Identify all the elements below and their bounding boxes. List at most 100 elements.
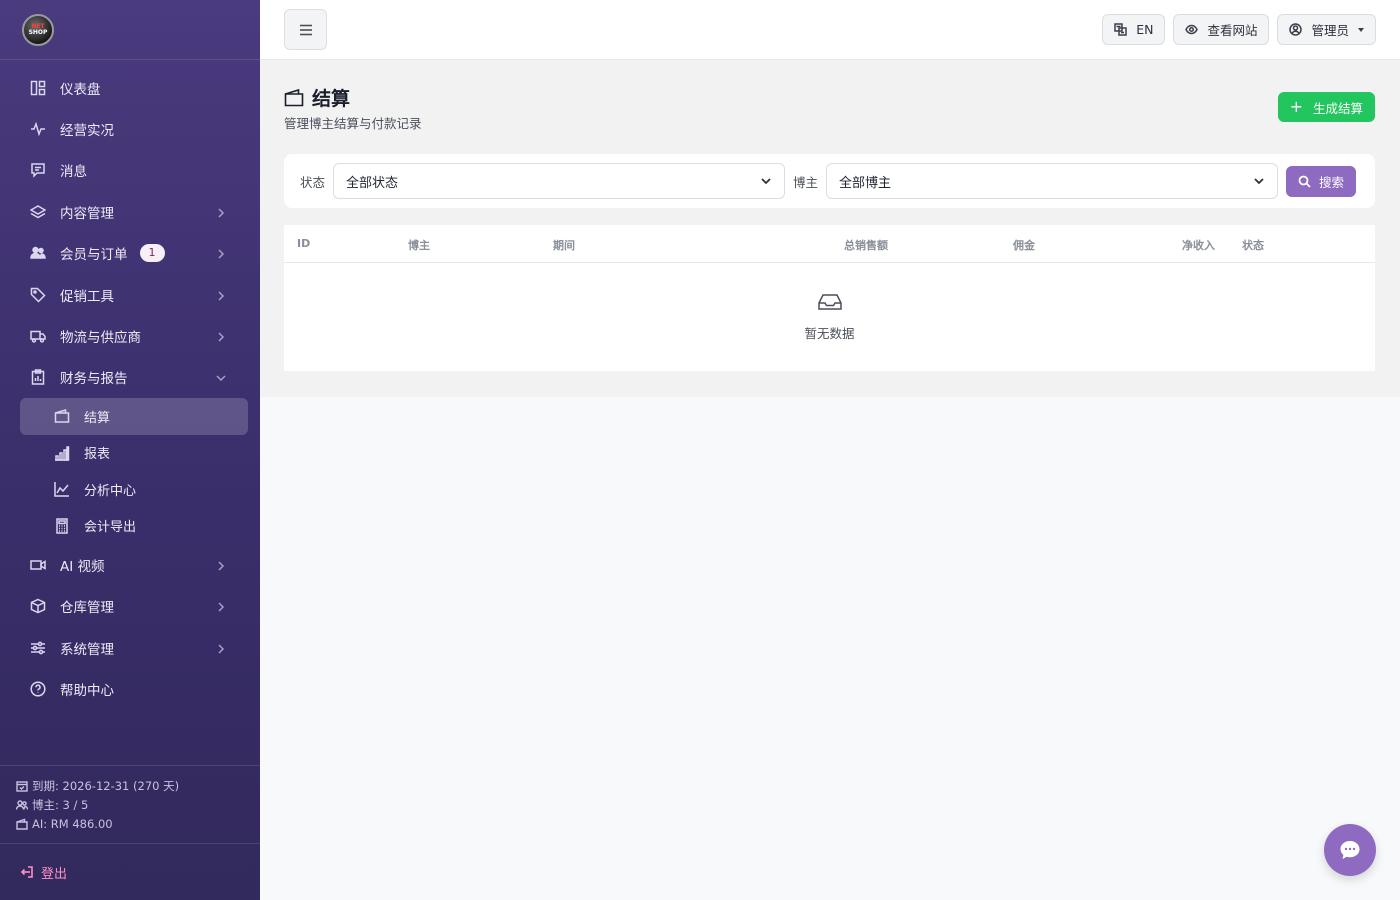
- tag-icon: [30, 287, 46, 303]
- sidebar-item-warehouse[interactable]: 仓库管理: [0, 586, 260, 627]
- sidebar-item-label: 帮助中心: [60, 682, 114, 699]
- status-select[interactable]: 全部状态: [333, 163, 786, 199]
- sliders-icon: [30, 640, 46, 656]
- logout-label: 登出: [41, 866, 68, 882]
- wallet-icon: [54, 408, 70, 424]
- sidebar: NET SHOP 仪表盘 经营实况 消息 内容管理 会员与订单 1 促销工具 物…: [0, 0, 260, 900]
- generate-settlement-label: 生成结算: [1312, 100, 1363, 116]
- chevron-right-icon: [216, 643, 226, 654]
- blogger-select-value: 全部博主: [839, 175, 892, 191]
- sidebar-item-label: 系统管理: [60, 641, 114, 658]
- page-subtitle: 管理博主结算与付款记录: [284, 116, 422, 131]
- sidebar-subitem-label: 会计导出: [84, 520, 137, 536]
- table-header: ID 博主 期间 总销售额 佣金 净收入 状态: [284, 225, 1375, 263]
- chevron-right-icon: [216, 290, 226, 301]
- column-header-total-sales[interactable]: 总销售额: [844, 237, 888, 253]
- column-header-blogger[interactable]: 博主: [408, 237, 430, 253]
- column-header-id[interactable]: ID: [297, 237, 310, 250]
- bar-chart-icon: [54, 445, 70, 461]
- column-header-commission[interactable]: 佣金: [1013, 237, 1035, 253]
- sidebar-footer: 到期: 2026-12-31 (270 天) 博主: 3 / 5 AI: RM …: [0, 765, 260, 900]
- bloggers-count: 博主: 3 / 5: [32, 797, 89, 812]
- logo-area: NET SHOP: [0, 0, 260, 60]
- notification-badge: 1: [139, 244, 165, 263]
- column-header-status[interactable]: 状态: [1242, 237, 1264, 253]
- sidebar-item-dashboard[interactable]: 仪表盘: [0, 67, 260, 108]
- calculator-icon: [54, 518, 70, 534]
- logout-button[interactable]: 登出: [0, 844, 260, 900]
- ai-credit-text: AI: RM 486.00: [32, 816, 113, 831]
- chat-button[interactable]: [1324, 824, 1376, 876]
- eye-icon: [1185, 24, 1199, 35]
- ai-credit-row: AI: RM 486.00: [16, 814, 244, 833]
- sidebar-item-help[interactable]: 帮助中心: [0, 668, 260, 709]
- users-icon: [30, 245, 46, 261]
- search-button[interactable]: 搜索: [1286, 165, 1357, 197]
- chevron-down-icon: [1254, 178, 1264, 185]
- sidebar-item-messages[interactable]: 消息: [0, 150, 260, 191]
- language-button[interactable]: EN: [1102, 14, 1166, 45]
- blogger-select[interactable]: 全部博主: [826, 163, 1279, 199]
- sidebar-subitem-analytics[interactable]: 分析中心: [20, 471, 248, 508]
- topbar: EN 查看网站 管理员: [260, 0, 1400, 60]
- sidebar-item-promotions[interactable]: 促销工具: [0, 274, 260, 315]
- wallet-icon: [284, 88, 304, 106]
- account-info: 到期: 2026-12-31 (270 天) 博主: 3 / 5 AI: RM …: [0, 765, 260, 844]
- chevron-right-icon: [216, 207, 226, 218]
- inbox-icon: [817, 294, 842, 310]
- topbar-actions: EN 查看网站 管理员: [1102, 14, 1376, 45]
- chevron-right-icon: [216, 331, 226, 342]
- netshop-logo[interactable]: NET SHOP: [22, 13, 54, 46]
- settlement-table: ID 博主 期间 总销售额 佣金 净收入 状态 暂无数据: [284, 225, 1375, 371]
- sidebar-item-finance[interactable]: 财务与报告: [0, 357, 260, 398]
- logout-icon: [20, 866, 33, 878]
- view-site-button[interactable]: 查看网站: [1173, 14, 1270, 45]
- help-icon: [30, 681, 46, 697]
- search-button-label: 搜索: [1319, 174, 1345, 190]
- activity-icon: [30, 121, 46, 137]
- chevron-down-icon: [761, 178, 771, 185]
- sidebar-item-label: 经营实况: [60, 123, 114, 140]
- wallet-icon: [16, 818, 28, 830]
- sidebar-nav: 仪表盘 经营实况 消息 内容管理 会员与订单 1 促销工具 物流与供应商 财务与…: [0, 60, 260, 710]
- generate-settlement-button[interactable]: + 生成结算: [1277, 92, 1375, 122]
- line-chart-icon: [54, 481, 70, 498]
- sidebar-item-business-live[interactable]: 经营实况: [0, 108, 260, 149]
- caret-down-icon: [1358, 27, 1364, 32]
- expiry-row: 到期: 2026-12-31 (270 天): [16, 776, 244, 795]
- sidebar-subitem-settlement[interactable]: 结算: [20, 398, 248, 435]
- main-content: 结算 管理博主结算与付款记录 + 生成结算 状态 全部状态 博主 全部博主 搜索…: [260, 60, 1400, 397]
- layers-icon: [30, 204, 46, 220]
- sidebar-item-label: 消息: [60, 164, 87, 181]
- sidebar-item-content[interactable]: 内容管理: [0, 191, 260, 232]
- truck-icon: [30, 328, 46, 344]
- column-header-period[interactable]: 期间: [553, 237, 575, 253]
- sidebar-subitem-label: 分析中心: [84, 483, 137, 499]
- message-icon: [30, 162, 46, 179]
- layout-icon: [30, 80, 46, 96]
- sidebar-item-label: 内容管理: [60, 205, 114, 222]
- chevron-down-icon: [216, 372, 226, 382]
- empty-state: 暂无数据: [284, 293, 1375, 342]
- translate-icon: [1114, 23, 1127, 36]
- column-header-net-income[interactable]: 净收入: [1182, 237, 1215, 253]
- admin-label: 管理员: [1311, 23, 1349, 38]
- plus-icon: +: [1289, 97, 1303, 116]
- sidebar-item-label: 促销工具: [60, 288, 114, 305]
- sidebar-item-label: 会员与订单: [60, 247, 128, 264]
- empty-state-text: 暂无数据: [804, 326, 855, 341]
- sidebar-item-logistics[interactable]: 物流与供应商: [0, 315, 260, 356]
- filter-bar: 状态 全部状态 博主 全部博主 搜索: [284, 154, 1375, 208]
- admin-menu-button[interactable]: 管理员: [1277, 14, 1376, 45]
- chevron-right-icon: [216, 560, 226, 571]
- sidebar-subitem-reports[interactable]: 报表: [20, 435, 248, 472]
- sidebar-item-ai-video[interactable]: AI 视频: [0, 544, 260, 585]
- user-circle-icon: [1289, 23, 1303, 36]
- finance-submenu: 结算 报表 分析中心 会计导出: [0, 398, 260, 544]
- status-select-value: 全部状态: [346, 175, 399, 191]
- sidebar-subitem-accounting-export[interactable]: 会计导出: [20, 508, 248, 545]
- menu-toggle-button[interactable]: [284, 9, 327, 50]
- sidebar-item-members-orders[interactable]: 会员与订单 1: [0, 233, 260, 274]
- sidebar-item-system[interactable]: 系统管理: [0, 627, 260, 668]
- chevron-right-icon: [216, 601, 226, 612]
